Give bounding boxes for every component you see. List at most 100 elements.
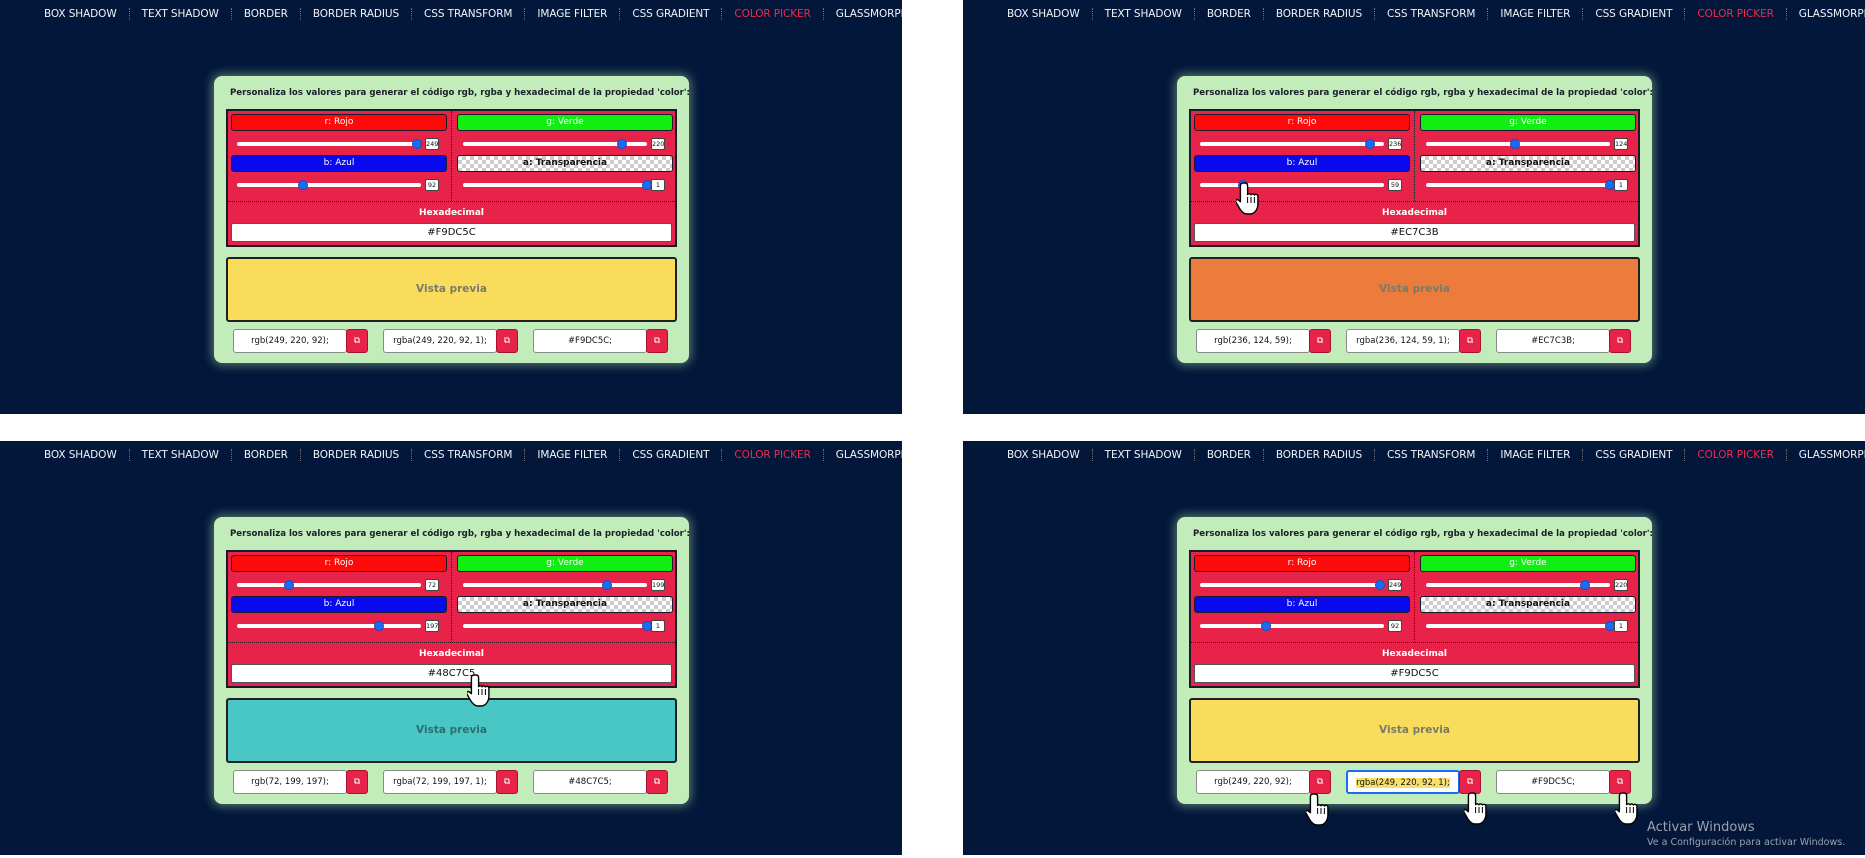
copy-rgba-button[interactable]: ⧉ <box>496 329 518 353</box>
copy-hex-button[interactable]: ⧉ <box>646 770 668 794</box>
nav-item-image-filter[interactable]: IMAGE FILTER <box>1488 449 1584 461</box>
copy-rgb-button[interactable]: ⧉ <box>346 770 368 794</box>
blue-slider[interactable] <box>1200 621 1384 631</box>
nav-item-text-shadow[interactable]: TEXT SHADOW <box>130 8 232 20</box>
nav-item-css-transform[interactable]: CSS TRANSFORM <box>412 8 526 20</box>
red-slider[interactable] <box>1200 580 1385 590</box>
nav-item-color-picker[interactable]: COLOR PICKER <box>722 8 824 20</box>
alpha-value[interactable]: 1 <box>1614 179 1628 191</box>
green-slider[interactable] <box>1426 580 1610 590</box>
nav-item-border-radius[interactable]: BORDER RADIUS <box>1264 449 1376 461</box>
nav-item-css-gradient[interactable]: CSS GRADIENT <box>620 449 723 461</box>
rgb-output-field[interactable]: rgb(72, 199, 197); <box>233 770 347 794</box>
hex-output-field[interactable]: #48C7C5; <box>533 770 647 794</box>
green-value[interactable]: 220 <box>1614 579 1628 591</box>
rgb-output-field[interactable]: rgb(249, 220, 92); <box>233 329 347 353</box>
red-value[interactable]: 72 <box>425 579 439 591</box>
nav-item-box-shadow[interactable]: BOX SHADOW <box>999 449 1093 461</box>
nav-item-border-radius[interactable]: BORDER RADIUS <box>301 8 413 20</box>
nav-item-text-shadow[interactable]: TEXT SHADOW <box>1093 449 1195 461</box>
copy-hex-button[interactable]: ⧉ <box>646 329 668 353</box>
blue-value[interactable]: 197 <box>425 620 439 632</box>
nav-item-border[interactable]: BORDER <box>232 8 301 20</box>
slider-thumb[interactable] <box>374 621 385 631</box>
blue-value[interactable]: 59 <box>1388 179 1402 191</box>
nav-item-css-transform[interactable]: CSS TRANSFORM <box>412 449 526 461</box>
copy-rgb-button[interactable]: ⧉ <box>346 329 368 353</box>
blue-value[interactable]: 92 <box>1388 620 1402 632</box>
rgba-output-field[interactable]: rgba(236, 124, 59, 1); <box>1346 329 1460 353</box>
slider-thumb[interactable] <box>1374 580 1385 590</box>
red-slider[interactable] <box>237 580 421 590</box>
alpha-value[interactable]: 1 <box>651 620 665 632</box>
slider-thumb[interactable] <box>1510 139 1521 149</box>
nav-item-border-radius[interactable]: BORDER RADIUS <box>301 449 413 461</box>
nav-item-glassmorphism[interactable]: GLASSMORPHISM <box>824 449 902 461</box>
nav-item-color-picker[interactable]: COLOR PICKER <box>1685 449 1787 461</box>
green-value[interactable]: 124 <box>1614 138 1628 150</box>
hex-output-field[interactable]: #F9DC5C; <box>1496 770 1610 794</box>
alpha-value[interactable]: 1 <box>651 179 665 191</box>
nav-item-glassmorphism[interactable]: GLASSMORPHISM <box>1787 8 1865 20</box>
red-value[interactable]: 249 <box>1388 579 1402 591</box>
slider-thumb[interactable] <box>601 580 612 590</box>
hex-output-field[interactable]: #EC7C3B; <box>1496 329 1610 353</box>
nav-item-image-filter[interactable]: IMAGE FILTER <box>1488 8 1584 20</box>
nav-item-text-shadow[interactable]: TEXT SHADOW <box>130 449 232 461</box>
alpha-slider[interactable] <box>463 621 652 631</box>
copy-rgb-button[interactable]: ⧉ <box>1309 770 1331 794</box>
blue-value[interactable]: 92 <box>425 179 439 191</box>
nav-item-border[interactable]: BORDER <box>232 449 301 461</box>
green-slider[interactable] <box>463 580 647 590</box>
slider-thumb[interactable] <box>411 139 422 149</box>
nav-item-glassmorphism[interactable]: GLASSMORPHISM <box>1787 449 1865 461</box>
slider-thumb[interactable] <box>283 580 294 590</box>
alpha-slider[interactable] <box>1426 180 1615 190</box>
nav-item-box-shadow[interactable]: BOX SHADOW <box>36 449 130 461</box>
blue-slider[interactable] <box>237 180 421 190</box>
copy-rgba-button[interactable]: ⧉ <box>1459 329 1481 353</box>
hex-input[interactable]: #48C7C5 <box>231 664 672 683</box>
rgba-output-field[interactable]: rgba(249, 220, 92, 1); <box>1346 770 1460 794</box>
green-value[interactable]: 199 <box>651 579 665 591</box>
blue-slider[interactable] <box>237 621 421 631</box>
red-slider[interactable] <box>1200 139 1384 149</box>
red-value[interactable]: 236 <box>1388 138 1402 150</box>
slider-thumb[interactable] <box>1579 580 1590 590</box>
rgba-output-field[interactable]: rgba(249, 220, 92, 1); <box>383 329 497 353</box>
slider-thumb[interactable] <box>1261 621 1272 631</box>
rgb-output-field[interactable]: rgb(236, 124, 59); <box>1196 329 1310 353</box>
slider-thumb[interactable] <box>298 180 309 190</box>
nav-item-css-gradient[interactable]: CSS GRADIENT <box>620 8 723 20</box>
nav-item-border[interactable]: BORDER <box>1195 449 1264 461</box>
copy-rgb-button[interactable]: ⧉ <box>1309 329 1331 353</box>
hex-input[interactable]: #F9DC5C <box>231 223 672 242</box>
alpha-value[interactable]: 1 <box>1614 620 1628 632</box>
nav-item-css-transform[interactable]: CSS TRANSFORM <box>1375 449 1489 461</box>
nav-item-image-filter[interactable]: IMAGE FILTER <box>525 449 621 461</box>
slider-thumb[interactable] <box>616 139 627 149</box>
hex-input[interactable]: #F9DC5C <box>1194 664 1635 683</box>
nav-item-image-filter[interactable]: IMAGE FILTER <box>525 8 621 20</box>
hex-input[interactable]: #EC7C3B <box>1194 223 1635 242</box>
hex-output-field[interactable]: #F9DC5C; <box>533 329 647 353</box>
green-slider[interactable] <box>463 139 647 149</box>
nav-item-border-radius[interactable]: BORDER RADIUS <box>1264 8 1376 20</box>
alpha-slider[interactable] <box>1426 621 1615 631</box>
rgb-output-field[interactable]: rgb(249, 220, 92); <box>1196 770 1310 794</box>
alpha-slider[interactable] <box>463 180 652 190</box>
nav-item-css-transform[interactable]: CSS TRANSFORM <box>1375 8 1489 20</box>
copy-hex-button[interactable]: ⧉ <box>1609 329 1631 353</box>
nav-item-css-gradient[interactable]: CSS GRADIENT <box>1583 8 1686 20</box>
nav-item-box-shadow[interactable]: BOX SHADOW <box>999 8 1093 20</box>
nav-item-glassmorphism[interactable]: GLASSMORPHISM <box>824 8 902 20</box>
red-slider[interactable] <box>237 139 422 149</box>
nav-item-css-gradient[interactable]: CSS GRADIENT <box>1583 449 1686 461</box>
copy-rgba-button[interactable]: ⧉ <box>496 770 518 794</box>
nav-item-color-picker[interactable]: COLOR PICKER <box>722 449 824 461</box>
red-value[interactable]: 249 <box>425 138 439 150</box>
nav-item-color-picker[interactable]: COLOR PICKER <box>1685 8 1787 20</box>
slider-thumb[interactable] <box>1365 139 1376 149</box>
blue-slider[interactable] <box>1200 180 1384 190</box>
nav-item-border[interactable]: BORDER <box>1195 8 1264 20</box>
